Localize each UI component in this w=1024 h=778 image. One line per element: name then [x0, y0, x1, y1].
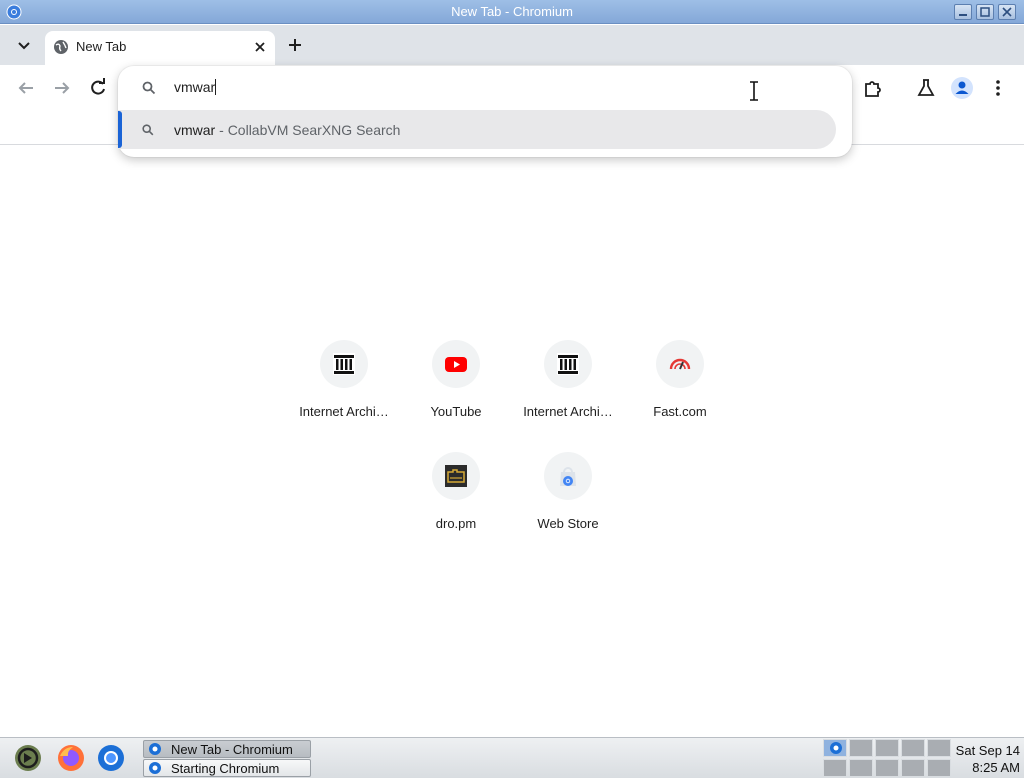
shortcut-icon-circle	[432, 452, 480, 500]
fast-com-icon	[669, 358, 691, 370]
shortcut-icon-circle	[544, 452, 592, 500]
clock[interactable]: Sat Sep 14 8:25 AM	[952, 742, 1020, 776]
shortcut-youtube[interactable]: YouTube	[400, 340, 512, 440]
shortcut-internet-archive-2[interactable]: Internet Archi…	[512, 340, 624, 440]
text-caret	[215, 79, 217, 95]
more-vert-icon	[996, 80, 1000, 96]
taskbar-item-label: New Tab - Chromium	[171, 742, 293, 757]
firefox-launcher[interactable]	[56, 743, 86, 773]
shortcut-fast-com[interactable]: Fast.com	[624, 340, 736, 440]
forward-arrow-icon	[55, 82, 70, 94]
chromium-icon	[830, 742, 842, 754]
internet-archive-icon	[333, 353, 355, 375]
window-titlebar[interactable]: New Tab - Chromium	[0, 0, 1024, 24]
workspace-9[interactable]	[901, 759, 925, 777]
web-store-icon	[560, 467, 576, 486]
search-icon	[142, 124, 154, 136]
tab-close-button[interactable]	[251, 38, 269, 56]
close-window-button[interactable]	[998, 4, 1016, 20]
dro-pm-icon	[445, 465, 467, 487]
close-icon	[1002, 7, 1012, 17]
new-tab-button[interactable]	[284, 34, 306, 56]
chromium-icon	[149, 762, 161, 774]
clock-time: 8:25 AM	[972, 760, 1020, 775]
globe-icon	[54, 40, 68, 54]
tab-title: New Tab	[76, 39, 127, 54]
suggestion-provider: CollabVM SearXNG Search	[227, 122, 401, 138]
shortcut-label: Internet Archi…	[523, 404, 613, 419]
workspace-6[interactable]	[823, 759, 847, 777]
shortcut-label: dro.pm	[435, 516, 477, 531]
chevron-down-icon	[18, 42, 30, 50]
suggestion-query: vmwar	[174, 122, 216, 138]
back-button[interactable]	[14, 76, 38, 100]
workspace-1[interactable]	[823, 739, 847, 757]
workspace-pager	[823, 739, 951, 777]
shortcut-icon-circle	[432, 340, 480, 388]
shortcut-icon-circle	[320, 340, 368, 388]
omnibox-input[interactable]: vmwar	[174, 79, 674, 95]
puzzle-icon	[865, 81, 881, 97]
shortcut-icon-circle	[544, 340, 592, 388]
start-menu-button[interactable]	[13, 743, 43, 773]
flask-icon	[917, 79, 935, 96]
back-arrow-icon	[18, 82, 33, 94]
taskbar: New Tab - Chromium Starting Chromium Sat…	[0, 737, 1024, 778]
profile-button[interactable]	[950, 76, 974, 100]
workspace-4[interactable]	[901, 739, 925, 757]
tab-new-tab[interactable]: New Tab	[45, 31, 275, 65]
chromium-icon	[149, 743, 161, 755]
omnibox-popup: vmwar vmwar - CollabVM SearXNG Search	[118, 66, 852, 157]
text-cursor-icon	[750, 81, 758, 101]
firefox-icon	[58, 745, 84, 771]
chromium-launcher[interactable]	[96, 743, 126, 773]
forward-button[interactable]	[50, 76, 74, 100]
search-icon	[142, 81, 156, 95]
workspace-2[interactable]	[849, 739, 873, 757]
workspace-5[interactable]	[927, 739, 951, 757]
taskbar-item-starting-chromium[interactable]: Starting Chromium	[143, 759, 311, 777]
youtube-icon	[445, 357, 467, 372]
reload-button[interactable]	[86, 76, 110, 100]
minimize-icon	[959, 14, 967, 16]
tab-strip: New Tab	[0, 25, 1024, 65]
chromium-icon	[98, 745, 124, 771]
minimize-button[interactable]	[954, 4, 972, 20]
menu-button[interactable]	[986, 76, 1010, 100]
workspace-3[interactable]	[875, 739, 899, 757]
shortcut-label: Fast.com	[653, 404, 707, 419]
labs-button[interactable]	[914, 76, 938, 100]
shortcut-dro-pm[interactable]: dro.pm	[400, 452, 512, 552]
close-icon	[255, 42, 265, 52]
workspace-10[interactable]	[927, 759, 951, 777]
shortcut-label: Web Store	[537, 516, 599, 531]
shortcut-internet-archive-1[interactable]: Internet Archi…	[288, 340, 400, 440]
shortcut-label: YouTube	[430, 404, 482, 419]
plus-icon	[289, 39, 301, 51]
shortcut-label: Internet Archi…	[299, 404, 389, 419]
taskbar-item-label: Starting Chromium	[171, 761, 280, 776]
maximize-icon	[980, 7, 990, 17]
extensions-button[interactable]	[861, 76, 885, 100]
maximize-button[interactable]	[976, 4, 994, 20]
taskbar-item-new-tab-chromium[interactable]: New Tab - Chromium	[143, 740, 311, 758]
shortcut-web-store[interactable]: Web Store	[512, 452, 624, 552]
workspace-8[interactable]	[875, 759, 899, 777]
workspace-7[interactable]	[849, 759, 873, 777]
shortcut-icon-circle	[656, 340, 704, 388]
avatar-icon	[951, 77, 973, 99]
tab-search-button[interactable]	[12, 34, 36, 56]
window-title: New Tab - Chromium	[451, 4, 573, 19]
selection-indicator	[118, 111, 122, 148]
internet-archive-icon	[557, 353, 579, 375]
suggestion-text: vmwar - CollabVM SearXNG Search	[174, 122, 400, 138]
suggestion-separator: -	[215, 122, 228, 138]
system-menu-icon	[15, 745, 41, 771]
omnibox-suggestion[interactable]: vmwar - CollabVM SearXNG Search	[118, 110, 836, 149]
reload-icon	[91, 78, 105, 95]
clock-date: Sat Sep 14	[955, 743, 1020, 758]
